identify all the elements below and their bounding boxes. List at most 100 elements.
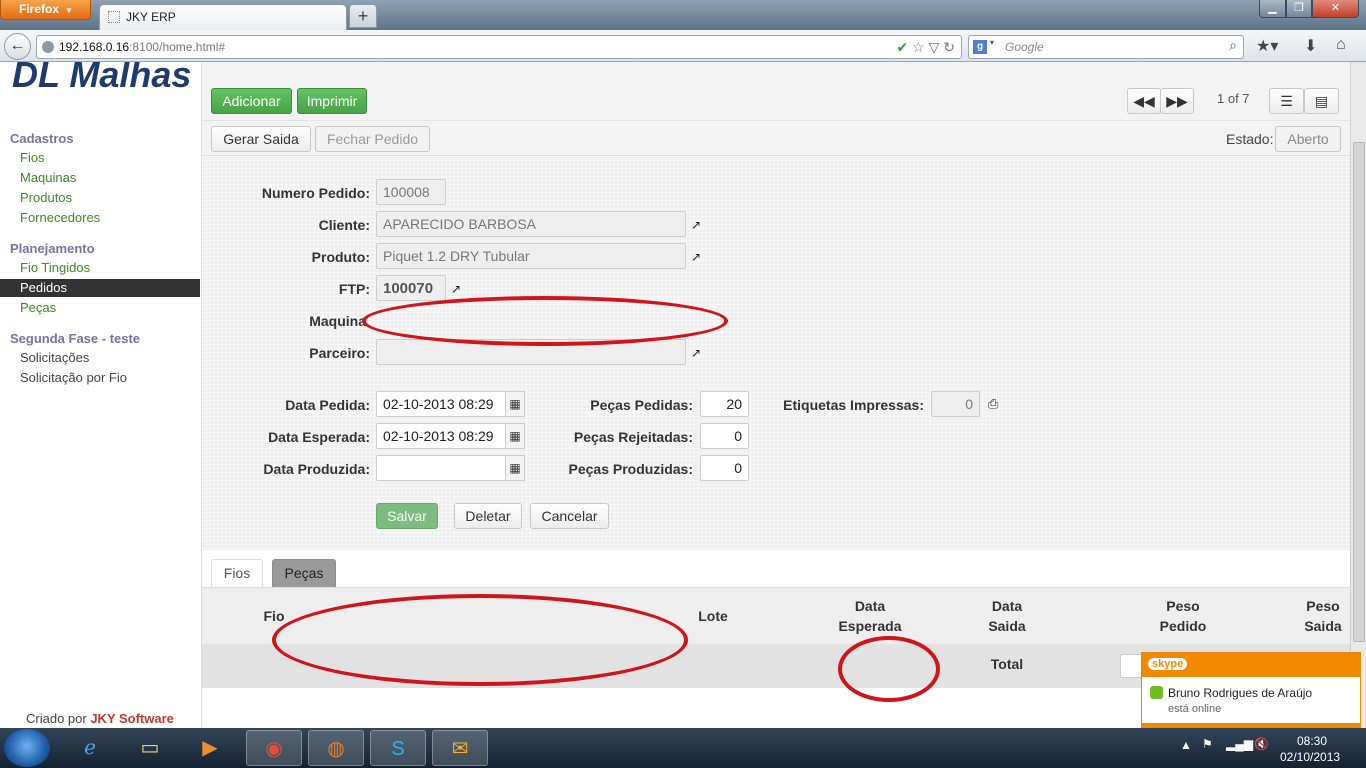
web-page: DL Malhas Cadastros Fios Maquinas Produt… [0, 62, 1350, 728]
vertical-scrollbar[interactable] [1350, 62, 1366, 728]
pecas-pedidas-label: Peças Pedidas: [590, 397, 693, 413]
url-path: :8100/home.html# [129, 40, 226, 54]
bookmark-star-icon[interactable]: ☆ [912, 39, 925, 55]
annotation-ellipse [362, 296, 728, 346]
volume-icon[interactable]: 🔇 [1254, 737, 1269, 751]
search-bar[interactable]: g ▾ Google ⌕ [968, 35, 1244, 59]
clock-time[interactable]: 08:30 [1297, 734, 1327, 748]
bookmarks-icon[interactable]: ★▾ [1256, 36, 1278, 56]
sidebar-item-fios[interactable]: Fios [0, 149, 200, 167]
show-hidden-icons-icon[interactable]: ▲ [1180, 738, 1192, 752]
generate-exit-button[interactable]: Gerar Saida [211, 126, 311, 152]
skype-contact-status: está online [1168, 703, 1222, 715]
sidebar-item-produtos[interactable]: Produtos [0, 189, 200, 207]
external-link-icon[interactable]: ↗ [451, 282, 461, 296]
calendar-icon[interactable]: ▦ [505, 423, 525, 449]
credit-brand-link[interactable]: JKY Software [90, 711, 174, 726]
next-record-button[interactable]: ▶▶ [1160, 88, 1194, 114]
downloads-icon[interactable]: ⬇ [1304, 36, 1317, 56]
external-link-icon[interactable]: ↗ [691, 218, 701, 232]
pager-count: 1 of 7 [1217, 91, 1250, 106]
etiquetas-impressas-label: Etiquetas Impressas: [783, 397, 924, 413]
firefox-menu-button[interactable]: Firefox ▼ [0, 0, 91, 20]
list-view-button[interactable]: ☰ [1269, 88, 1304, 114]
globe-icon [42, 41, 54, 53]
check-icon[interactable]: ✔ [897, 39, 909, 55]
total-label: Total [990, 656, 1024, 672]
sidebar-section-segunda-fase: Segunda Fase - teste [10, 331, 141, 346]
add-button[interactable]: Adicionar [211, 88, 292, 114]
close-order-button[interactable]: Fechar Pedido [315, 126, 430, 152]
tab-fios[interactable]: Fios [211, 559, 263, 587]
skype-notification[interactable]: skype Bruno Rodrigues de Araújo está onl… [1141, 652, 1361, 728]
browser-tab[interactable]: JKY ERP [99, 4, 347, 30]
annotation-ellipse [838, 636, 940, 702]
google-icon[interactable]: g [973, 40, 987, 54]
chrome-icon[interactable]: ◉ [246, 730, 302, 766]
start-button[interactable] [4, 729, 50, 767]
cliente-field[interactable]: APARECIDO BARBOSA [376, 211, 686, 237]
external-link-icon[interactable]: ↗ [691, 250, 701, 264]
calendar-icon[interactable]: ▦ [505, 455, 525, 481]
media-player-icon[interactable]: ▶ [182, 730, 238, 766]
dropdown-icon[interactable]: ▽ [929, 39, 940, 55]
search-placeholder: Google [1005, 40, 1044, 54]
sidebar-item-pecas[interactable]: Peças [0, 299, 200, 317]
app-logo: DL Malhas [12, 62, 192, 95]
pecas-pedidas-field[interactable]: 20 [700, 391, 749, 417]
delete-button[interactable]: Deletar [454, 503, 522, 529]
pecas-produzidas-field[interactable]: 0 [700, 455, 749, 481]
cancel-button[interactable]: Cancelar [530, 503, 609, 529]
data-pedida-field[interactable]: 02-10-2013 08:29 [376, 391, 506, 417]
credit-prefix: Criado por [26, 711, 87, 726]
signal-icon[interactable]: ▂▄▆ [1226, 737, 1253, 751]
ftp-field[interactable]: 100070 [376, 275, 446, 301]
folder-icon[interactable]: ▭ [122, 730, 178, 766]
search-engine-dropdown-icon[interactable]: ▾ [990, 38, 994, 47]
page-favicon-icon [108, 11, 120, 23]
outlook-icon[interactable]: ✉ [432, 730, 488, 766]
online-status-icon [1150, 686, 1163, 699]
form-view-button[interactable]: ▤ [1304, 88, 1339, 114]
first-record-button[interactable]: ◀◀ [1127, 88, 1161, 114]
rewind-icon: ◀◀ [1133, 93, 1155, 109]
top-toolbar: Adicionar Imprimir ◀◀ ▶▶ 1 of 7 ☰ ▤ [202, 62, 1350, 120]
sidebar-item-solicitacoes[interactable]: Solicitações [0, 349, 200, 367]
scrollbar-thumb[interactable] [1353, 142, 1365, 642]
sidebar-item-pedidos[interactable]: Pedidos [0, 279, 200, 297]
search-icon[interactable]: ⌕ [1229, 37, 1237, 54]
fast-forward-icon: ▶▶ [1166, 93, 1188, 109]
window-minimize-button[interactable]: ▁ [1259, 0, 1286, 18]
data-esperada-field[interactable]: 02-10-2013 08:29 [376, 423, 506, 449]
internet-explorer-icon[interactable]: ℯ [62, 730, 118, 766]
window-maximize-button[interactable]: ❐ [1286, 0, 1312, 18]
save-button[interactable]: Salvar [376, 503, 438, 529]
sidebar-item-maquinas[interactable]: Maquinas [0, 169, 200, 187]
clock-date[interactable]: 02/10/2013 [1280, 750, 1340, 764]
firefox-icon[interactable]: ◍ [308, 730, 364, 766]
browser-nav-bar: ← 192.168.0.16:8100/home.html# ✔ ☆ ▽ ↻ g… [0, 30, 1366, 62]
tab-pecas[interactable]: Peças [272, 559, 336, 587]
ftp-label: FTP: [338, 281, 370, 297]
data-produzida-field[interactable] [376, 455, 506, 481]
window-close-button[interactable]: ✕ [1312, 0, 1359, 18]
skype-icon[interactable]: S [370, 730, 426, 766]
reload-icon[interactable]: ↻ [943, 39, 955, 55]
produto-label: Produto: [311, 249, 370, 265]
printer-icon[interactable]: ⎙ [988, 396, 998, 412]
produto-field[interactable]: Piquet 1.2 DRY Tubular [376, 243, 686, 269]
order-form: Numero Pedido: 100008 Cliente: APARECIDO… [202, 156, 1350, 550]
sidebar-item-fio-tingidos[interactable]: Fio Tingidos [0, 259, 200, 277]
sidebar-item-fornecedores[interactable]: Fornecedores [0, 209, 200, 227]
sidebar-item-solicitacao-por-fio[interactable]: Solicitação por Fio [0, 369, 200, 387]
print-button[interactable]: Imprimir [297, 88, 367, 114]
external-link-icon[interactable]: ↗ [691, 346, 701, 360]
network-icon[interactable]: ⚑ [1202, 737, 1213, 751]
back-button[interactable]: ← [4, 33, 31, 60]
pecas-rejeitadas-field[interactable]: 0 [700, 423, 749, 449]
home-icon[interactable]: ⌂ [1336, 36, 1346, 54]
calendar-icon[interactable]: ▦ [505, 391, 525, 417]
url-bar[interactable]: 192.168.0.16:8100/home.html# ✔ ☆ ▽ ↻ [36, 35, 962, 59]
main-content: Adicionar Imprimir ◀◀ ▶▶ 1 of 7 ☰ ▤ Gera… [201, 62, 1350, 728]
new-tab-button[interactable]: + [349, 4, 377, 28]
